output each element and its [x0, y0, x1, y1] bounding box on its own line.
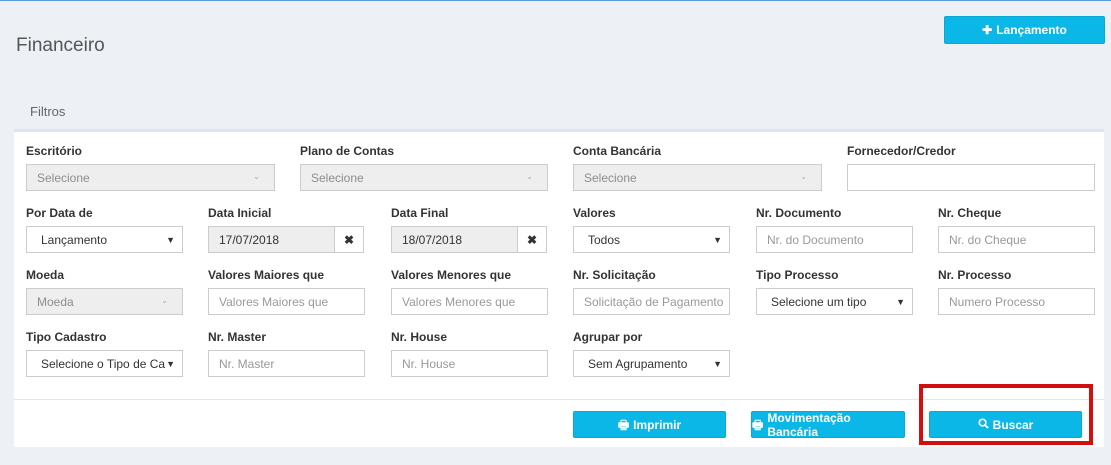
close-icon: ✖ — [343, 232, 355, 247]
new-entry-button[interactable]: ✚ Lançamento — [944, 16, 1105, 44]
movimentacao-label: Movimentação Bancária — [767, 410, 851, 439]
nr-processo-label: Nr. Processo — [938, 268, 1012, 282]
conta-bancaria-select[interactable]: Selecione ⌄ — [573, 164, 822, 191]
nr-house-label: Nr. House — [391, 330, 448, 344]
valores-menores-input[interactable]: Valores Menores que — [391, 288, 548, 315]
imprimir-button[interactable]: 🖶 Imprimir — [573, 411, 726, 438]
nr-house-input[interactable]: Nr. House — [391, 350, 548, 377]
nr-cheque-label: Nr. Cheque — [938, 206, 1002, 220]
tipo-processo-label: Tipo Processo — [756, 268, 839, 282]
data-final-value: 18/07/2018 — [402, 232, 463, 247]
por-data-select[interactable]: Lançamento ▼ — [26, 226, 183, 253]
nr-documento-input[interactable]: Nr. do Documento — [756, 226, 913, 253]
nr-processo-input[interactable]: Numero Processo — [938, 288, 1095, 315]
tipo-cadastro-select[interactable]: Selecione o Tipo de Ca ▼ — [26, 350, 183, 377]
nr-cheque-input[interactable]: Nr. do Cheque — [938, 226, 1095, 253]
caret-down-icon: ▼ — [166, 359, 175, 369]
data-inicial-value: 17/07/2018 — [219, 232, 280, 247]
close-icon: ✖ — [526, 232, 538, 247]
moeda-select[interactable]: Moeda ⌄ — [26, 288, 183, 315]
nr-master-placeholder: Nr. Master — [219, 356, 275, 371]
nr-cheque-placeholder: Nr. do Cheque — [949, 232, 1027, 247]
tipo-cadastro-label: Tipo Cadastro — [26, 330, 107, 344]
caret-down-icon: ▼ — [896, 297, 905, 307]
clear-data-final-button[interactable]: ✖ — [517, 226, 547, 253]
plano-contas-label: Plano de Contas — [300, 144, 395, 158]
agrupar-por-value: Sem Agrupamento — [588, 356, 688, 371]
data-final-label: Data Final — [391, 206, 449, 220]
nr-master-input[interactable]: Nr. Master — [208, 350, 365, 377]
clear-data-inicial-button[interactable]: ✖ — [334, 226, 364, 253]
print-icon: 🖶 — [617, 417, 630, 432]
valores-label: Valores — [573, 206, 616, 220]
nr-documento-placeholder: Nr. do Documento — [767, 232, 864, 247]
moeda-label: Moeda — [26, 268, 65, 282]
conta-bancaria-value: Selecione — [584, 170, 637, 185]
escritorio-label: Escritório — [26, 144, 83, 158]
nr-master-label: Nr. Master — [208, 330, 267, 344]
valores-maiores-placeholder: Valores Maiores que — [219, 294, 329, 309]
agrupar-por-select[interactable]: Sem Agrupamento ▼ — [573, 350, 730, 377]
data-inicial-label: Data Inicial — [208, 206, 272, 220]
tab-filtros[interactable]: Filtros — [14, 97, 104, 130]
valores-menores-label: Valores Menores que — [391, 268, 512, 282]
conta-bancaria-label: Conta Bancária — [573, 144, 662, 158]
agrupar-por-label: Agrupar por — [573, 330, 643, 344]
valores-value: Todos — [588, 232, 621, 247]
nr-solicitacao-label: Nr. Solicitação — [573, 268, 656, 282]
caret-down-icon: ▼ — [713, 235, 722, 245]
print-icon: 🖶 — [752, 417, 764, 432]
movimentacao-bancaria-button[interactable]: 🖶 Movimentação Bancária — [751, 410, 905, 439]
chevron-down-icon: ⌄ — [800, 172, 807, 181]
tipo-processo-value: Selecione um tipo — [771, 294, 867, 309]
valores-maiores-label: Valores Maiores que — [208, 268, 325, 282]
nr-documento-label: Nr. Documento — [756, 206, 842, 220]
plano-contas-select[interactable]: Selecione ⌄ — [300, 164, 548, 191]
plano-contas-value: Selecione — [311, 170, 364, 185]
valores-select[interactable]: Todos ▼ — [573, 226, 730, 253]
fornecedor-input[interactable] — [847, 164, 1095, 191]
imprimir-label: Imprimir — [633, 417, 682, 432]
fornecedor-label: Fornecedor/Credor — [847, 144, 956, 158]
tipo-processo-select[interactable]: Selecione um tipo ▼ — [756, 288, 913, 315]
valores-maiores-input[interactable]: Valores Maiores que — [208, 288, 365, 315]
valores-menores-placeholder: Valores Menores que — [402, 294, 516, 309]
chevron-down-icon: ⌄ — [526, 172, 533, 181]
data-final-input[interactable]: 18/07/2018 — [391, 226, 518, 253]
nr-solicitacao-input[interactable]: Solicitação de Pagamento — [573, 288, 730, 315]
caret-down-icon: ▼ — [713, 359, 722, 369]
nr-solicitacao-placeholder: Solicitação de Pagamento — [584, 294, 724, 309]
escritorio-value: Selecione — [37, 170, 90, 185]
chevron-down-icon: ⌄ — [253, 172, 260, 181]
nr-house-placeholder: Nr. House — [402, 356, 456, 371]
new-entry-label: Lançamento — [996, 23, 1067, 37]
highlight-box — [919, 384, 1093, 445]
plus-icon: ✚ — [982, 23, 993, 37]
data-inicial-input[interactable]: 17/07/2018 — [208, 226, 335, 253]
moeda-value: Moeda — [37, 294, 74, 309]
tipo-cadastro-value: Selecione o Tipo de Ca — [41, 356, 166, 371]
chevron-down-icon: ⌄ — [161, 296, 168, 305]
page-title: Financeiro — [16, 35, 105, 56]
escritorio-select[interactable]: Selecione ⌄ — [26, 164, 275, 191]
caret-down-icon: ▼ — [166, 235, 175, 245]
por-data-label: Por Data de — [26, 206, 93, 220]
nr-processo-placeholder: Numero Processo — [949, 294, 1046, 309]
por-data-value: Lançamento — [41, 232, 108, 247]
